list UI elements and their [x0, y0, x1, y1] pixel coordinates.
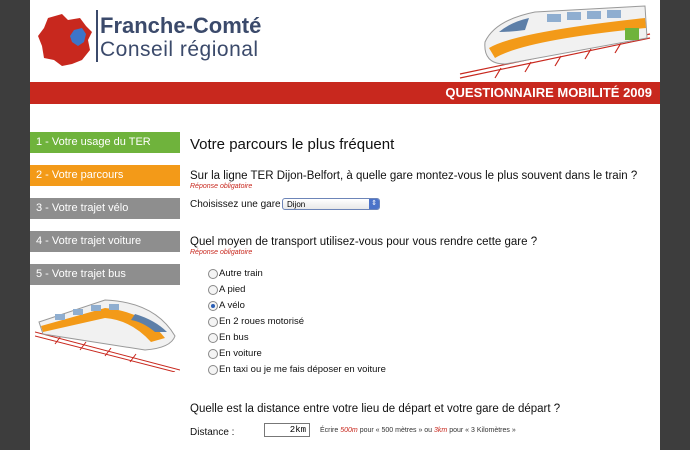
train-illustration: [459, 5, 651, 79]
title-bar: QUESTIONNAIRE MOBILITÉ 2009: [30, 82, 660, 104]
brand-name: Franche-Comté: [100, 13, 262, 38]
question-distance: Quelle est la distance entre votre lieu …: [190, 403, 561, 415]
distance-hint: Écrire 500m pour « 500 mètres » ou 3km p…: [320, 427, 516, 434]
station-select-value: Dijon: [287, 200, 306, 209]
page-title: Votre parcours le plus fréquent: [190, 136, 395, 153]
required-note-1: Réponse obligatoire: [190, 183, 253, 190]
station-select[interactable]: Dijon ⇕: [282, 198, 380, 210]
sidebar-item-trajet-voiture[interactable]: 4 - Votre trajet voiture: [30, 231, 180, 252]
brand-subtitle: Conseil régional: [100, 38, 259, 61]
radio-button[interactable]: [208, 365, 218, 375]
sidebar-item-parcours[interactable]: 2 - Votre parcours: [30, 165, 180, 186]
chevron-updown-icon: ⇕: [369, 199, 379, 209]
radio-button[interactable]: [208, 349, 218, 359]
radio-button[interactable]: [208, 285, 218, 295]
radio-button[interactable]: [208, 317, 218, 327]
sidebar-item-trajet-bus[interactable]: 5 - Votre trajet bus: [30, 264, 180, 285]
logo-separator: [96, 10, 98, 62]
train-illustration-side: [35, 299, 180, 372]
survey-page: Franche-Comté Conseil régional QUESTIONN…: [30, 0, 660, 450]
distance-label: Distance :: [190, 427, 235, 438]
distance-input[interactable]: 2km: [264, 423, 310, 437]
radio-button[interactable]: [208, 333, 218, 343]
sidebar-item-trajet-velo[interactable]: 3 - Votre trajet vélo: [30, 198, 180, 219]
question-station: Sur la ligne TER Dijon-Belfort, à quelle…: [190, 170, 638, 182]
sidebar-item-usage-ter[interactable]: 1 - Votre usage du TER: [30, 132, 180, 153]
brand-logo: Franche-Comté Conseil régional: [100, 14, 261, 62]
region-map-logo: [38, 14, 92, 66]
required-note-2: Réponse obligatoire: [190, 249, 253, 256]
header: Franche-Comté Conseil régional: [30, 0, 660, 82]
radio-button[interactable]: [208, 269, 218, 279]
station-label: Choisissez une gare :: [190, 199, 287, 210]
sidebar-nav: 1 - Votre usage du TER 2 - Votre parcour…: [30, 132, 180, 297]
survey-title: QUESTIONNAIRE MOBILITÉ 2009: [445, 85, 652, 100]
question-transport: Quel moyen de transport utilisez-vous po…: [190, 236, 538, 248]
radio-button-selected[interactable]: [208, 301, 218, 311]
